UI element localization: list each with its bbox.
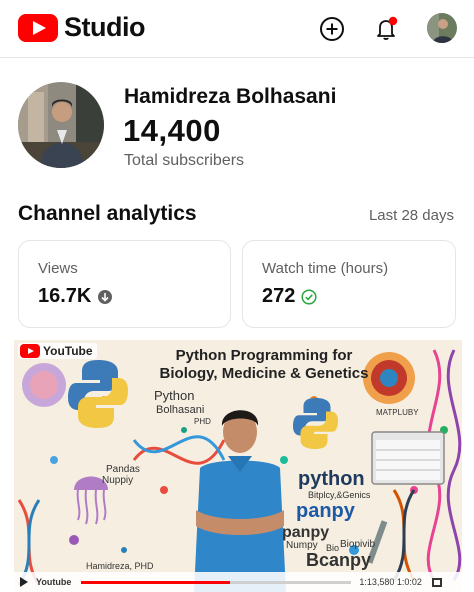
- channel-name: Hamidreza Bolhasani: [124, 85, 337, 108]
- top-app-bar: Studio: [0, 0, 474, 58]
- thumb-text-bcanpy: Bcanpy: [306, 550, 372, 570]
- watch-time-value: 272: [262, 285, 296, 307]
- channel-avatar[interactable]: [18, 82, 104, 168]
- notification-bell-icon: [377, 16, 398, 40]
- thumb-text-panpy: panpy: [296, 500, 355, 522]
- create-button[interactable]: [316, 13, 348, 45]
- play-icon[interactable]: [20, 577, 28, 587]
- channel-profile-photo: [18, 82, 104, 168]
- views-label: Views: [38, 260, 78, 277]
- thumb-text-pandas: Pandas: [106, 464, 140, 475]
- fullscreen-icon[interactable]: [431, 577, 442, 587]
- progress-bar[interactable]: [81, 580, 352, 584]
- controls-label: Youtube: [36, 577, 72, 587]
- thumb-text-degree: PHD: [194, 417, 211, 426]
- thumb-text-biopivib: Biopivib: [340, 539, 376, 550]
- video-controls: Youtube 1:13,580 1:0:02: [14, 572, 462, 592]
- analytics-title: Channel analytics: [18, 202, 197, 225]
- studio-logo[interactable]: Studio: [18, 12, 145, 43]
- thumb-text-python: Python: [154, 388, 195, 403]
- notifications-button[interactable]: [370, 13, 402, 45]
- watch-time-card[interactable]: Watch time (hours) 272: [242, 240, 456, 328]
- views-card[interactable]: Views 16.7K: [18, 240, 231, 328]
- subscriber-count: 14,400: [123, 113, 221, 148]
- create-plus-icon: [320, 17, 344, 41]
- check-circle-icon: [301, 288, 317, 305]
- subscriber-label: Total subscribers: [124, 152, 245, 169]
- thumbnail-title-line1: Python Programming for: [175, 347, 353, 364]
- progress-fill: [81, 580, 230, 584]
- thumb-text-numpy-left: Nuppiy: [102, 475, 134, 486]
- thumb-text-bottom-name: Hamidreza, PHD: [86, 561, 154, 571]
- thumbnail-title-line2: Biology, Medicine & Genetics: [159, 365, 369, 382]
- thumbnail-platform-label: YouTube: [43, 344, 93, 358]
- thumb-text-python-right: python: [298, 468, 365, 490]
- controls-time: 1:13,580 1:0:02: [359, 577, 422, 587]
- views-value: 16.7K: [38, 285, 92, 307]
- thumbnail-youtube-mark: YouTube: [18, 343, 97, 359]
- thumbnail-title: Python Programming for Biology, Medicine…: [134, 347, 394, 383]
- logo-text: Studio: [64, 12, 145, 42]
- youtube-play-icon: [20, 344, 40, 358]
- youtube-logo-icon: [18, 13, 58, 42]
- analytics-range[interactable]: Last 28 days: [369, 207, 454, 224]
- account-avatar-image: [427, 13, 457, 43]
- thumb-text-matpluby: MATPLUBY: [376, 408, 419, 417]
- thumb-text-name: Bolhasani: [156, 404, 205, 416]
- thumb-text-biotext: Bitplcy,&Genics: [308, 490, 371, 500]
- account-avatar[interactable]: [427, 13, 457, 43]
- latest-video-thumbnail[interactable]: YouTube Python Programming for Biology, …: [14, 340, 462, 592]
- watch-time-label: Watch time (hours): [262, 260, 389, 277]
- arrow-down-circle-icon: [97, 289, 113, 305]
- notification-badge: [388, 16, 398, 26]
